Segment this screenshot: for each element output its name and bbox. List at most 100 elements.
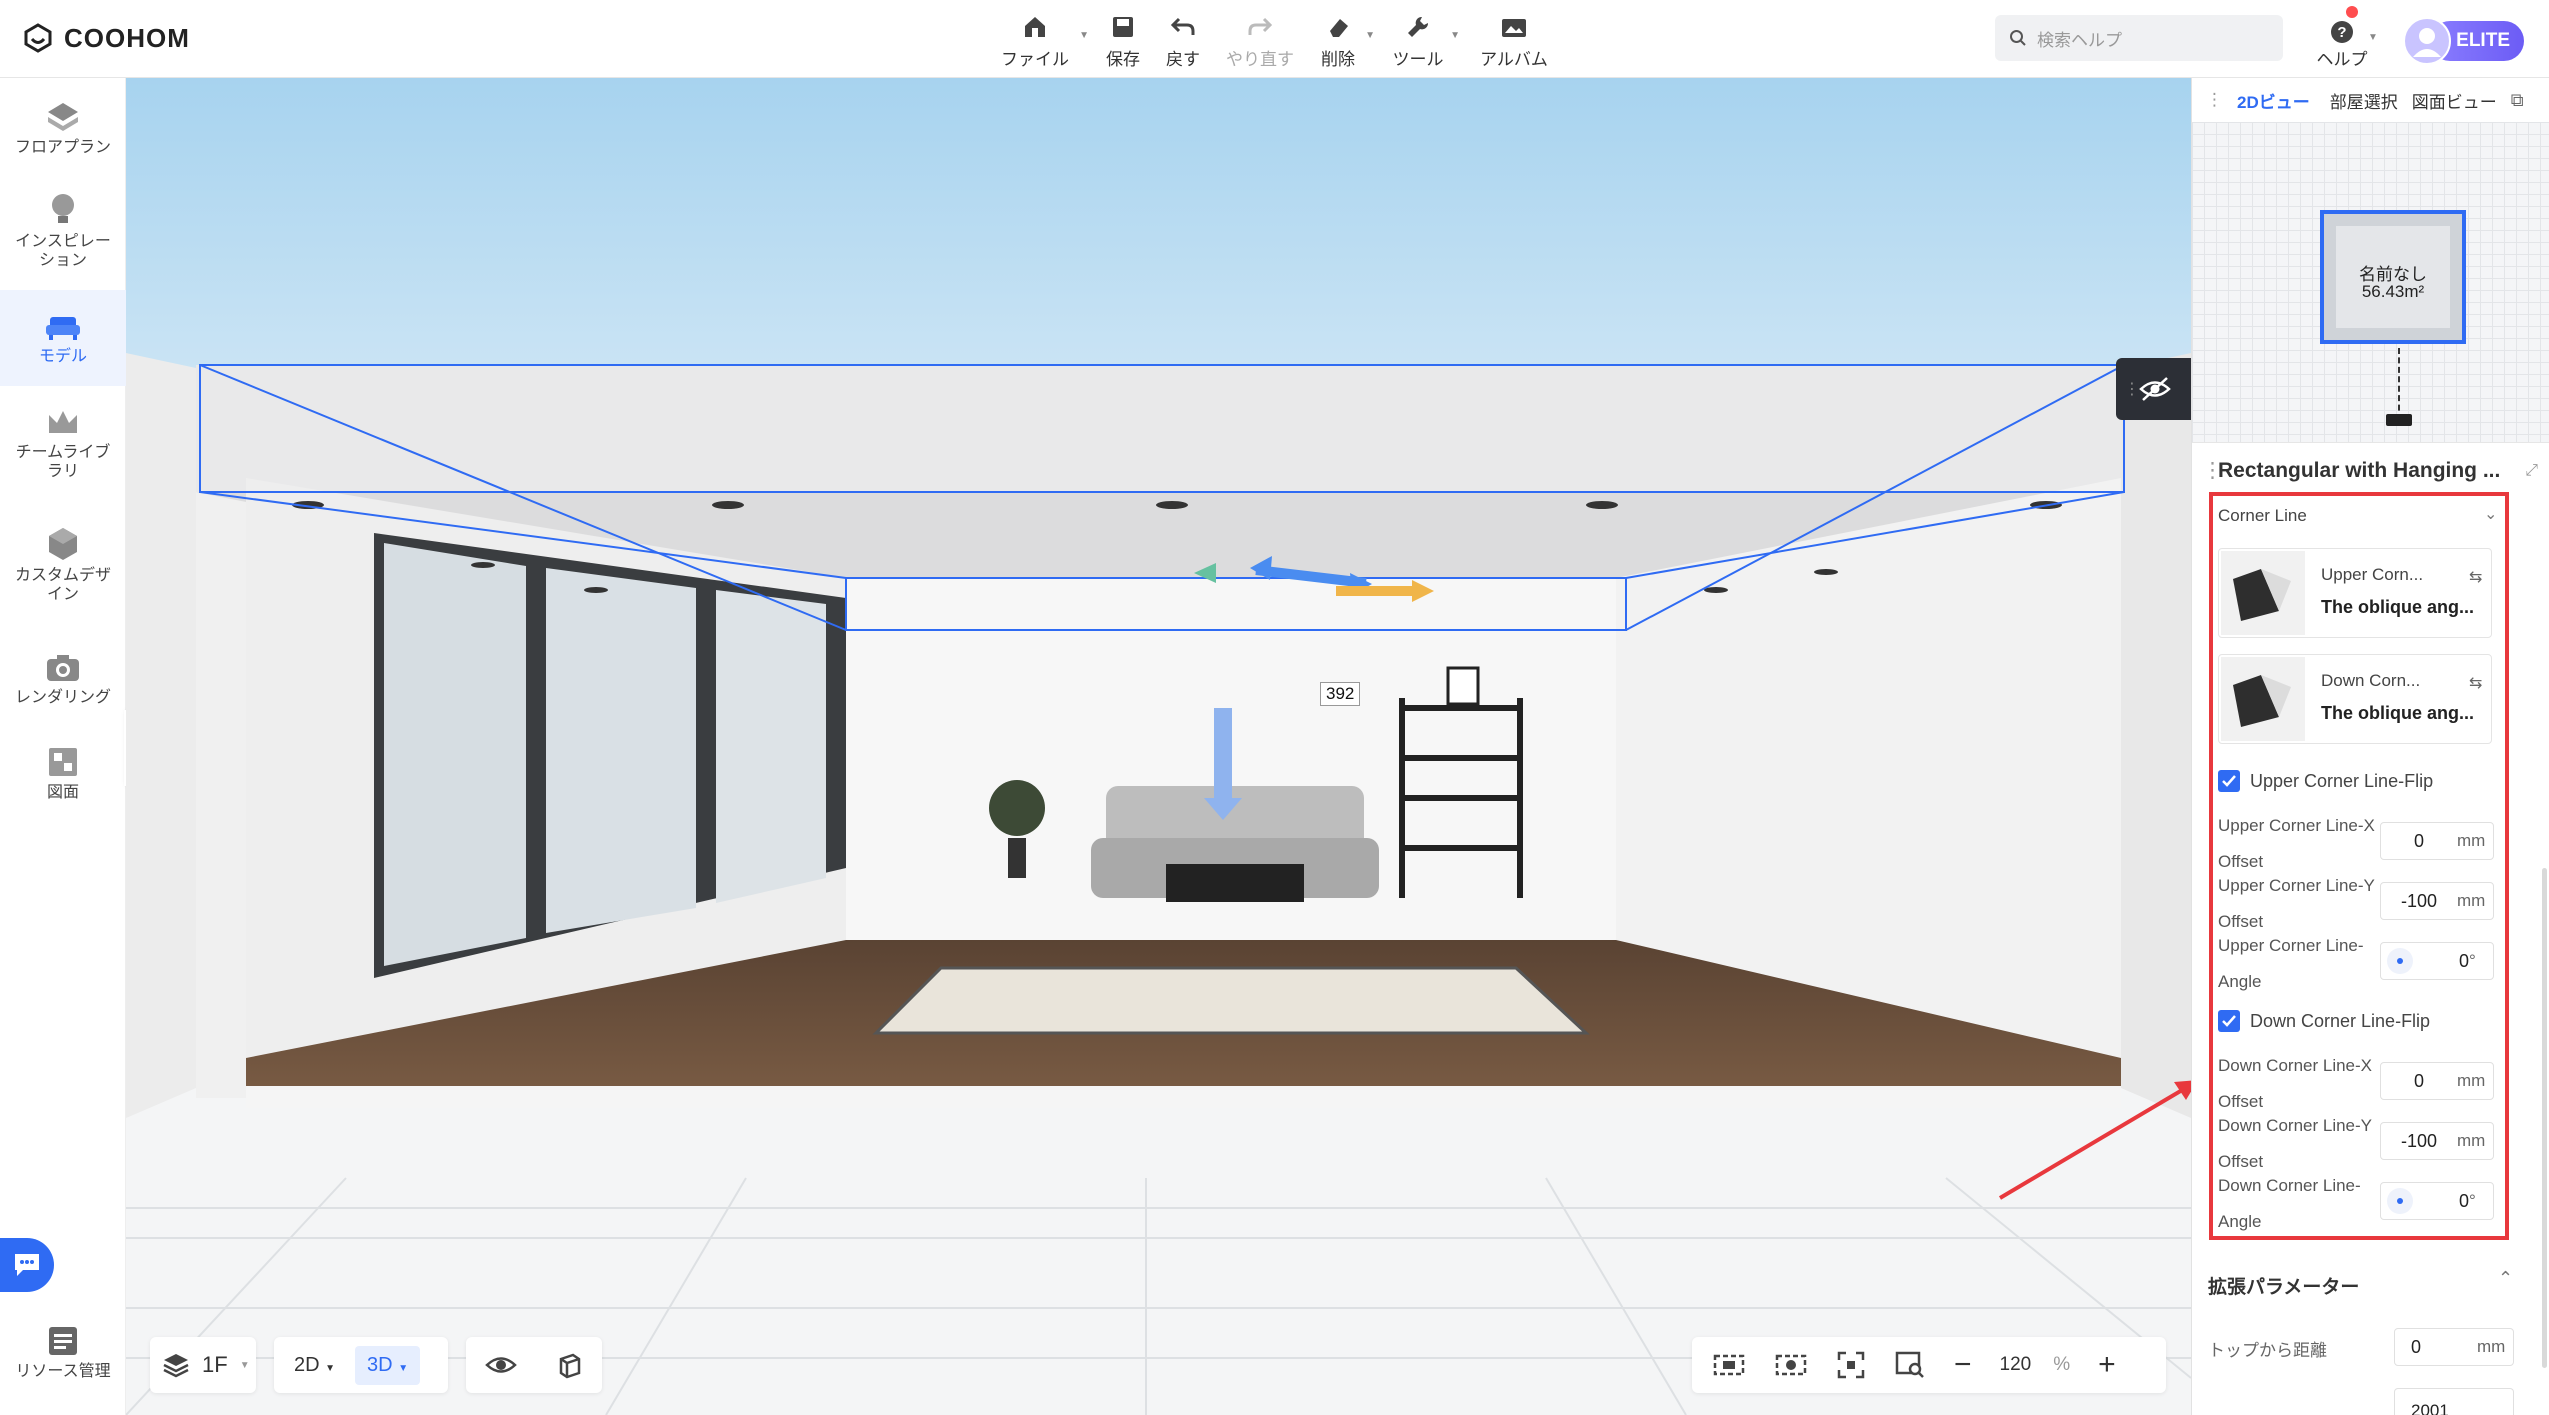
drawing-icon (49, 747, 77, 776)
view-settings-icon[interactable] (1774, 1351, 1808, 1379)
3d-viewport[interactable]: 392 ⋮ (126, 78, 2191, 1415)
hide-icon[interactable] (2138, 376, 2172, 402)
avatar[interactable] (2403, 17, 2451, 65)
coohom-logo[interactable]: COOHOM (22, 18, 190, 58)
view-3d-button[interactable]: 3D ▼ (355, 1345, 421, 1385)
sidebar-item-custom-design[interactable]: カスタムデザ イン (0, 516, 126, 612)
file-menu-button[interactable]: ファイル ▼ (995, 8, 1089, 70)
unit: mm (2457, 1131, 2486, 1150)
sidebar-item-label: モデル (38, 347, 87, 365)
down-flip-checkbox[interactable]: Down Corner Line-Flip (2218, 1010, 2430, 1032)
upper-x-offset-value: 0 (2413, 830, 2424, 851)
help-label: ヘルプ (2316, 50, 2368, 69)
chevron-down-icon[interactable]: ⌄ (2484, 504, 2497, 524)
coohom-logo-icon (24, 23, 52, 53)
album-button[interactable]: アルバム (1478, 8, 1550, 70)
undo-button[interactable]: 戻す (1160, 8, 1206, 70)
save-label: 保存 (1106, 50, 1140, 69)
down-corner-name: Down Corn... (2321, 671, 2421, 690)
minimap-room[interactable]: 名前なし 56.43m² (2320, 210, 2466, 344)
down-angle-input[interactable]: 0 ° (2380, 1182, 2494, 1220)
extended-params-title: 拡張パラメーター (2208, 1277, 2360, 1298)
cube-icon[interactable] (555, 1351, 583, 1379)
expand-icon[interactable]: ⤢ (2525, 462, 2538, 480)
save-button[interactable]: 保存 (1100, 8, 1146, 70)
view-2d-button[interactable]: 2D ▼ (282, 1346, 347, 1385)
top-distance-label: トップから距離 (2208, 1341, 2327, 1360)
zoom-in-button[interactable]: + (2098, 1350, 2116, 1380)
room-area: 56.43m² (2361, 282, 2425, 301)
down-y-offset-input[interactable]: -100 mm (2380, 1122, 2494, 1160)
angle-dial-icon[interactable] (2387, 1188, 2413, 1214)
properties-header: ⋮ Rectangular with Hanging ... ⤢ (2192, 442, 2549, 498)
search-icon (2010, 30, 2026, 46)
upper-corner-card[interactable]: Upper Corn... The oblique ang... ⇆ (2218, 548, 2492, 638)
sidebar-item-label: 図面 (46, 783, 79, 801)
next-field-input[interactable]: 2001 (2394, 1388, 2514, 1415)
redo-button[interactable]: やり直す (1222, 8, 1298, 70)
search-help-input[interactable]: 検索ヘルプ (1995, 15, 2283, 61)
chevron-down-icon: ▼ (239, 1359, 250, 1371)
top-distance-input[interactable]: 0 mm (2394, 1328, 2514, 1366)
dimension-label[interactable]: 392 (1320, 682, 1361, 706)
checkmark-icon (2218, 770, 2240, 792)
down-x-offset-input[interactable]: 0 mm (2380, 1062, 2494, 1100)
chevron-up-icon[interactable]: ⌃ (2498, 1268, 2513, 1289)
unit: mm (2457, 831, 2486, 850)
view-3d-label: 3D (367, 1353, 393, 1376)
zoom-unit: % (2053, 1354, 2071, 1375)
scrollbar[interactable] (2542, 868, 2547, 1368)
upper-x-offset-input[interactable]: 0 mm (2380, 822, 2494, 860)
tab-2d-view[interactable]: 2Dビュー (2237, 88, 2310, 113)
down-corner-card[interactable]: Down Corn... The oblique ang... ⇆ (2218, 654, 2492, 744)
sidebar-item-resource-management[interactable]: リソース管理 (0, 1306, 126, 1398)
sidebar-item-drawing[interactable]: 図面 (0, 732, 126, 814)
upper-corner-value: The oblique ang... (2321, 597, 2474, 617)
tools-menu-button[interactable]: ツール ▼ (1390, 8, 1460, 70)
sidebar-item-label: インスピレー ション (15, 233, 111, 269)
checkmark-icon (2218, 1010, 2240, 1032)
wrench-icon (1408, 16, 1429, 37)
display-options (466, 1337, 602, 1393)
upper-angle-input[interactable]: 0 ° (2380, 942, 2494, 980)
sidebar-item-team-library[interactable]: チームライブ ラリ (0, 396, 126, 492)
focus-icon[interactable] (1836, 1350, 1866, 1380)
sidebar-item-inspiration[interactable]: インスピレー ション (0, 182, 126, 278)
swap-icon[interactable]: ⇆ (2469, 673, 2482, 693)
room-3d-scene[interactable] (126, 78, 2191, 1415)
unit: ° (2469, 951, 2476, 970)
drag-handle-icon[interactable]: ⋮ (2124, 379, 2140, 399)
fit-view-icon[interactable] (1712, 1351, 1746, 1379)
sidebar-item-label: フロアプラン (14, 138, 111, 156)
minimap[interactable]: 名前なし 56.43m² (2192, 122, 2549, 442)
zoom-out-button[interactable]: − (1954, 1350, 1972, 1380)
camera-icon[interactable] (2386, 414, 2412, 426)
angle-dial-icon[interactable] (2387, 948, 2413, 974)
zoom-value: 120 (1999, 1354, 2032, 1375)
eye-icon[interactable] (485, 1354, 517, 1376)
popout-icon[interactable]: ⧉ (2511, 90, 2524, 111)
camera-icon (47, 654, 79, 681)
drag-handle-icon[interactable]: ⋮ (2202, 458, 2223, 483)
view-tabs: ⋮ 2Dビュー 部屋選択 図面ビュー ⧉ (2192, 78, 2549, 122)
chevron-down-icon: ▼ (1079, 30, 1089, 41)
zoom-preview-icon[interactable] (1894, 1350, 1926, 1380)
down-angle-label: Down Corner Line-Angle (2218, 1176, 2361, 1231)
tab-drawing-view[interactable]: 図面ビュー (2412, 88, 2497, 113)
chat-button[interactable] (0, 1238, 54, 1292)
floor-selector[interactable]: 1F ▼ (150, 1337, 256, 1393)
next-field-value: 2001 (2411, 1401, 2449, 1415)
sidebar-item-model[interactable]: モデル (0, 290, 126, 386)
delete-menu-button[interactable]: 削除 ▼ (1315, 8, 1375, 70)
drag-handle-icon[interactable]: ⋮ (2206, 90, 2223, 110)
upper-y-offset-input[interactable]: -100 mm (2380, 882, 2494, 920)
tab-room-select[interactable]: 部屋選択 (2330, 88, 2398, 113)
upper-angle-value: 0 (2458, 950, 2469, 971)
zoom-input[interactable]: 120% (2000, 1354, 2071, 1376)
lightbulb-icon (52, 194, 74, 223)
swap-icon[interactable]: ⇆ (2469, 567, 2482, 587)
sidebar-item-rendering[interactable]: レンダリング (0, 638, 126, 720)
sidebar-item-floorplan[interactable]: フロアプラン (0, 90, 126, 166)
upper-flip-checkbox[interactable]: Upper Corner Line-Flip (2218, 770, 2433, 792)
help-button[interactable]: ? ヘルプ (2312, 6, 2372, 70)
